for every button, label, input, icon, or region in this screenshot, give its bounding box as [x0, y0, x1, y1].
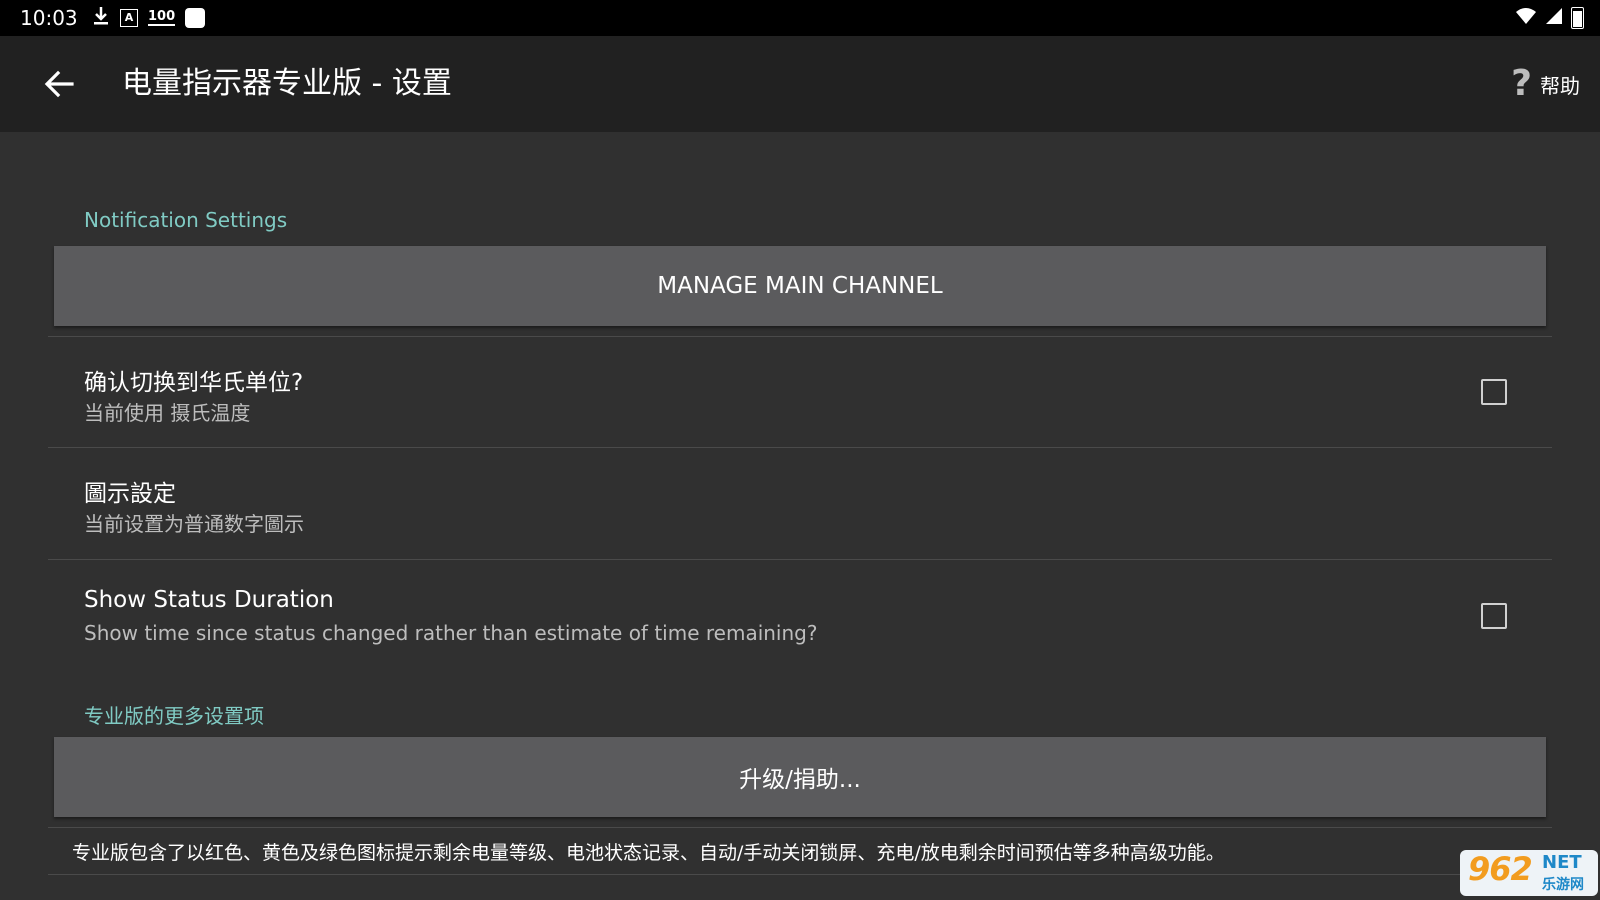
status-duration-checkbox[interactable]: [1481, 603, 1507, 629]
pref-icon-settings-summary: 当前设置为普通数字圖示: [84, 512, 304, 536]
wifi-icon: [1515, 7, 1537, 29]
watermark-number: 962: [1468, 850, 1533, 888]
square-icon: [185, 8, 206, 28]
page-title: 电量指示器专业版 - 设置: [122, 66, 452, 101]
fahrenheit-checkbox[interactable]: [1481, 379, 1507, 405]
help-label: 帮助: [1540, 73, 1580, 98]
pro-settings-header: 专业版的更多设置项: [84, 704, 264, 728]
pref-icon-settings-title: 圖示設定: [84, 481, 176, 507]
pro-description: 专业版包含了以红色、黄色及绿色图标提示剩余电量等级、电池状态记录、自动/手动关闭…: [72, 842, 1225, 864]
manage-main-channel-button[interactable]: MANAGE MAIN CHANNEL: [54, 246, 1546, 326]
watermark-logo: 962 NET 乐游网: [1460, 850, 1598, 896]
watermark-cn: 乐游网: [1542, 877, 1584, 893]
help-button[interactable]: ? 帮助: [1511, 60, 1580, 108]
divider: [48, 336, 1552, 337]
100-icon: 100: [148, 9, 176, 26]
status-left-icons: A 100: [92, 6, 206, 31]
divider: [48, 874, 1552, 875]
pref-fahrenheit-summary: 当前使用 摄氏温度: [84, 401, 251, 425]
arrow-left-icon: [44, 70, 74, 98]
status-right-icons: [1515, 6, 1584, 30]
watermark-net: NET: [1542, 852, 1582, 873]
signal-icon: [1545, 7, 1563, 29]
divider: [48, 447, 1552, 448]
notification-settings-header: Notification Settings: [84, 208, 288, 232]
app-toolbar: 电量指示器专业版 - 设置 ? 帮助: [0, 36, 1600, 132]
a-icon: A: [120, 9, 138, 27]
pref-status-duration-summary: Show time since status changed rather th…: [84, 621, 818, 645]
divider: [48, 827, 1552, 828]
divider: [48, 559, 1552, 560]
back-button[interactable]: [36, 60, 84, 108]
status-bar: 10:03 A 100: [0, 0, 1600, 36]
pref-fahrenheit-title: 确认切换到华氏单位?: [84, 370, 304, 396]
download-icon: [92, 6, 110, 31]
question-mark-icon: ?: [1511, 63, 1532, 104]
status-time: 10:03: [20, 6, 78, 30]
upgrade-donate-button[interactable]: 升级/捐助...: [54, 737, 1546, 817]
battery-icon: [1571, 7, 1584, 29]
pref-status-duration-title: Show Status Duration: [84, 587, 334, 613]
